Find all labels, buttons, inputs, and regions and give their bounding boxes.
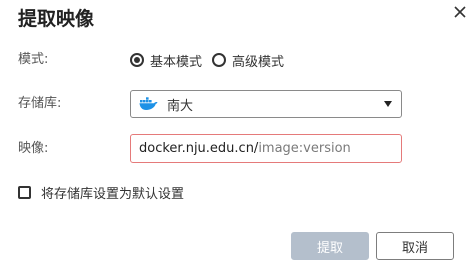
repository-selected-value: 南大 — [167, 98, 194, 114]
mode-radio-group: 基本模式 高级模式 — [130, 50, 294, 70]
dialog-title: 提取映像 — [18, 8, 95, 30]
set-default-checkbox-row[interactable]: 将存储库设置为默认设置 — [18, 183, 185, 202]
image-label: 映像: — [18, 141, 49, 156]
radio-basic-mode-label: 基本模式 — [150, 54, 203, 70]
radio-advanced-mode-label: 高级模式 — [232, 54, 285, 70]
set-default-checkbox-label: 将存储库设置为默认设置 — [41, 186, 185, 202]
radio-advanced-mode[interactable]: 高级模式 — [212, 51, 284, 70]
radio-checked-icon — [130, 53, 144, 67]
pull-button[interactable]: 提取 — [291, 232, 369, 260]
close-icon[interactable] — [452, 4, 468, 20]
radio-unchecked-icon — [212, 53, 227, 67]
repository-select[interactable]: 南大 — [130, 90, 402, 118]
mode-label: 模式: — [18, 52, 49, 67]
image-input[interactable]: docker.nju.edu.cn/image:version — [130, 134, 402, 163]
chevron-down-icon — [384, 101, 392, 107]
radio-basic-mode[interactable]: 基本模式 — [130, 51, 202, 70]
repository-label: 存储库: — [18, 96, 62, 111]
cancel-button[interactable]: 取消 — [376, 232, 454, 260]
docker-icon — [139, 97, 158, 110]
pull-image-dialog: 提取映像 模式: 基本模式 高级模式 存储库: 南大 映像: docker.nj… — [0, 0, 474, 268]
image-input-placeholder: image:version — [258, 141, 351, 156]
set-default-checkbox[interactable] — [18, 185, 31, 199]
image-input-value: docker.nju.edu.cn/ — [139, 141, 259, 156]
